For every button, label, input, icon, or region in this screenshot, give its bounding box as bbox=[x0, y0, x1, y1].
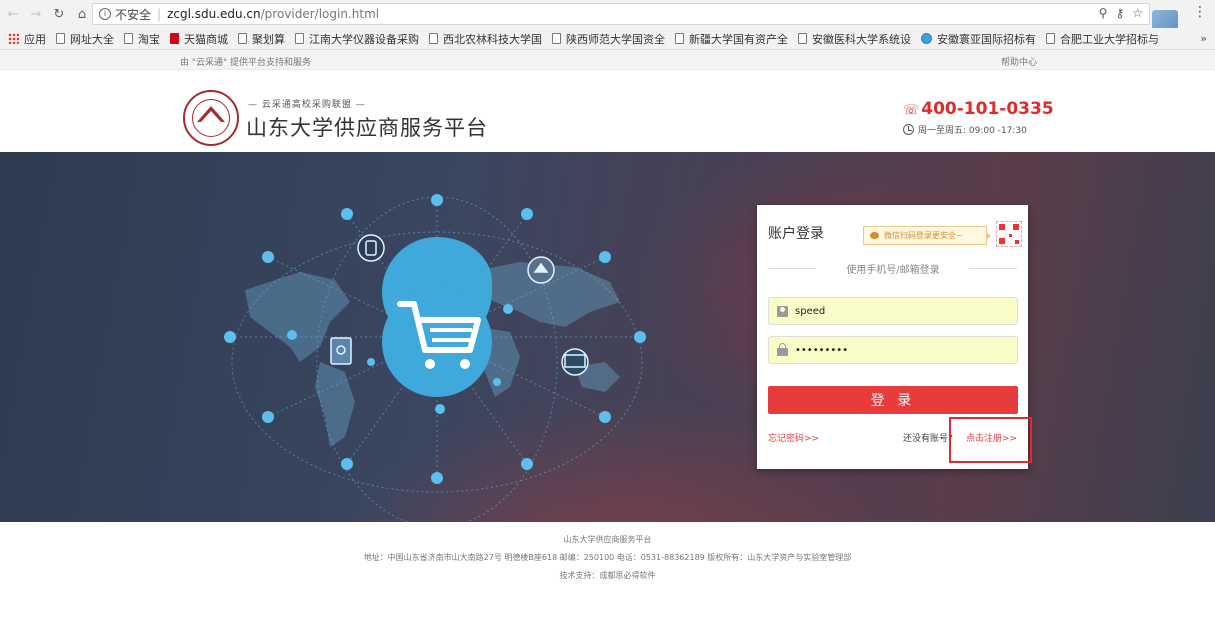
bookmarks-bar: 应用 网址大全 淘宝 天猫商城 聚划算 江南大学仪器设备采购 西北农林科技大学国… bbox=[0, 28, 1215, 50]
reload-icon[interactable]: ↻ bbox=[49, 4, 69, 24]
omnibox-actions: ⚲ ⚷ ☆ bbox=[1099, 6, 1143, 20]
lock-icon-wrap bbox=[769, 337, 795, 363]
page-icon bbox=[124, 33, 133, 44]
forward-icon[interactable]: → bbox=[26, 4, 46, 24]
bookmark-item[interactable]: 合肥工业大学招标与 bbox=[1046, 31, 1159, 47]
site-subtitle: — 云采通高校采购联盟 — bbox=[248, 100, 366, 110]
username-input[interactable] bbox=[795, 305, 1005, 317]
browser-address-bar: ← → ↻ ⌂ i 不安全 | zcgl.sdu.edu.cn /provide… bbox=[0, 0, 1215, 28]
tmall-icon bbox=[170, 33, 179, 44]
footer-tech-support: 技术支持：成都思必得软件 bbox=[559, 571, 656, 580]
world-network-illustration bbox=[224, 194, 937, 522]
wechat-icon bbox=[870, 232, 879, 239]
star-icon[interactable]: ☆ bbox=[1132, 6, 1143, 20]
platform-support-text: 由 "云采通" 提供平台支持和服务 bbox=[180, 58, 312, 68]
bookmarks-overflow-button[interactable]: » bbox=[1200, 32, 1207, 45]
bookmark-item[interactable]: 陕西师范大学国资全 bbox=[552, 31, 665, 47]
page-icon bbox=[238, 33, 247, 44]
wechat-login-tip[interactable]: 微信扫码登录更安全~ bbox=[863, 226, 991, 245]
no-account-text: 还没有账号? bbox=[903, 434, 953, 444]
zoom-icon[interactable]: ⚲ bbox=[1099, 6, 1108, 20]
login-title: 账户登录 bbox=[768, 226, 824, 242]
footer-address: 地址：中国山东省济南市山大南路27号 明德楼B座618 邮编：250100 电话… bbox=[363, 553, 852, 562]
divider-line-right bbox=[969, 268, 1017, 269]
hero-banner bbox=[0, 152, 1215, 522]
bookmark-item[interactable]: 聚划算 bbox=[238, 31, 285, 47]
url-host: zcgl.sdu.edu.cn bbox=[167, 7, 261, 21]
qr-code-toggle-icon[interactable] bbox=[996, 221, 1022, 247]
apps-grid-icon bbox=[8, 33, 19, 44]
page-icon bbox=[1046, 33, 1055, 44]
bookmark-apps[interactable]: 应用 bbox=[8, 31, 46, 47]
site-title: 山东大学供应商服务平台 bbox=[246, 116, 488, 140]
login-method-divider: 使用手机号/邮箱登录 bbox=[846, 265, 940, 276]
bookmark-item[interactable]: 西北农林科技大学国 bbox=[429, 31, 542, 47]
shopping-cart-badge bbox=[382, 237, 492, 397]
page-icon bbox=[552, 33, 561, 44]
back-icon[interactable]: ← bbox=[3, 4, 23, 24]
bookmark-item[interactable]: 安徽医科大学系统设 bbox=[798, 31, 911, 47]
site-header: — 云采通高校采购联盟 — 山东大学供应商服务平台 ☏ 400-101-0335 … bbox=[0, 70, 1215, 152]
login-button[interactable]: 登 录 bbox=[768, 386, 1018, 414]
lock-icon bbox=[776, 343, 788, 356]
user-icon-wrap bbox=[769, 298, 795, 324]
university-logo[interactable] bbox=[183, 90, 239, 146]
footer-site-name: 山东大学供应商服务平台 bbox=[563, 535, 652, 544]
globe-icon bbox=[921, 33, 932, 44]
site-top-strip: 由 "云采通" 提供平台支持和服务 帮助中心 bbox=[0, 50, 1215, 70]
page-icon bbox=[675, 33, 684, 44]
site-footer: 山东大学供应商服务平台 地址：中国山东省济南市山大南路27号 明德楼B座618 … bbox=[0, 522, 1215, 619]
wechat-tip-text: 微信扫码登录更安全~ bbox=[884, 231, 963, 240]
bookmark-item[interactable]: 网址大全 bbox=[56, 31, 114, 47]
info-icon[interactable]: i bbox=[99, 8, 111, 20]
hotline-number: 400-101-0335 bbox=[921, 99, 1054, 119]
page-icon bbox=[295, 33, 304, 44]
user-icon bbox=[776, 305, 788, 317]
password-input[interactable] bbox=[795, 344, 1005, 356]
page-icon bbox=[56, 33, 65, 44]
divider-line-left bbox=[768, 268, 816, 269]
page-icon bbox=[798, 33, 807, 44]
url-omnibox[interactable]: i 不安全 | zcgl.sdu.edu.cn /provider/login.… bbox=[92, 3, 1150, 25]
bookmark-item[interactable]: 安徽寰亚国际招标有 bbox=[921, 31, 1036, 47]
browser-menu-icon[interactable]: ⋮ bbox=[1193, 4, 1207, 20]
security-label: 不安全 bbox=[115, 7, 152, 22]
hotline: ☏ 400-101-0335 bbox=[903, 99, 1054, 119]
logo-mountain-cutout bbox=[201, 111, 221, 122]
bookmark-item[interactable]: 天猫商城 bbox=[170, 31, 228, 47]
bookmark-item[interactable]: 新疆大学国有资产全 bbox=[675, 31, 788, 47]
url-separator: | bbox=[157, 7, 162, 21]
forgot-password-link[interactable]: 忘记密码>> bbox=[768, 431, 819, 444]
username-field[interactable] bbox=[768, 297, 1018, 325]
bookmark-item[interactable]: 江南大学仪器设备采购 bbox=[295, 31, 419, 47]
register-highlight-box bbox=[949, 417, 1032, 463]
key-icon[interactable]: ⚷ bbox=[1115, 6, 1124, 20]
phone-icon: ☏ bbox=[903, 103, 920, 118]
service-hours: 周一至周五: 09:00 -17:30 bbox=[903, 123, 1027, 136]
password-field[interactable] bbox=[768, 336, 1018, 364]
page-icon bbox=[429, 33, 438, 44]
home-icon[interactable]: ⌂ bbox=[72, 4, 92, 24]
url-path: /provider/login.html bbox=[260, 7, 380, 21]
bookmark-item[interactable]: 淘宝 bbox=[124, 31, 160, 47]
help-center-link[interactable]: 帮助中心 bbox=[1001, 55, 1037, 68]
clock-icon bbox=[903, 124, 914, 135]
service-hours-text: 周一至周五: 09:00 -17:30 bbox=[918, 126, 1027, 136]
